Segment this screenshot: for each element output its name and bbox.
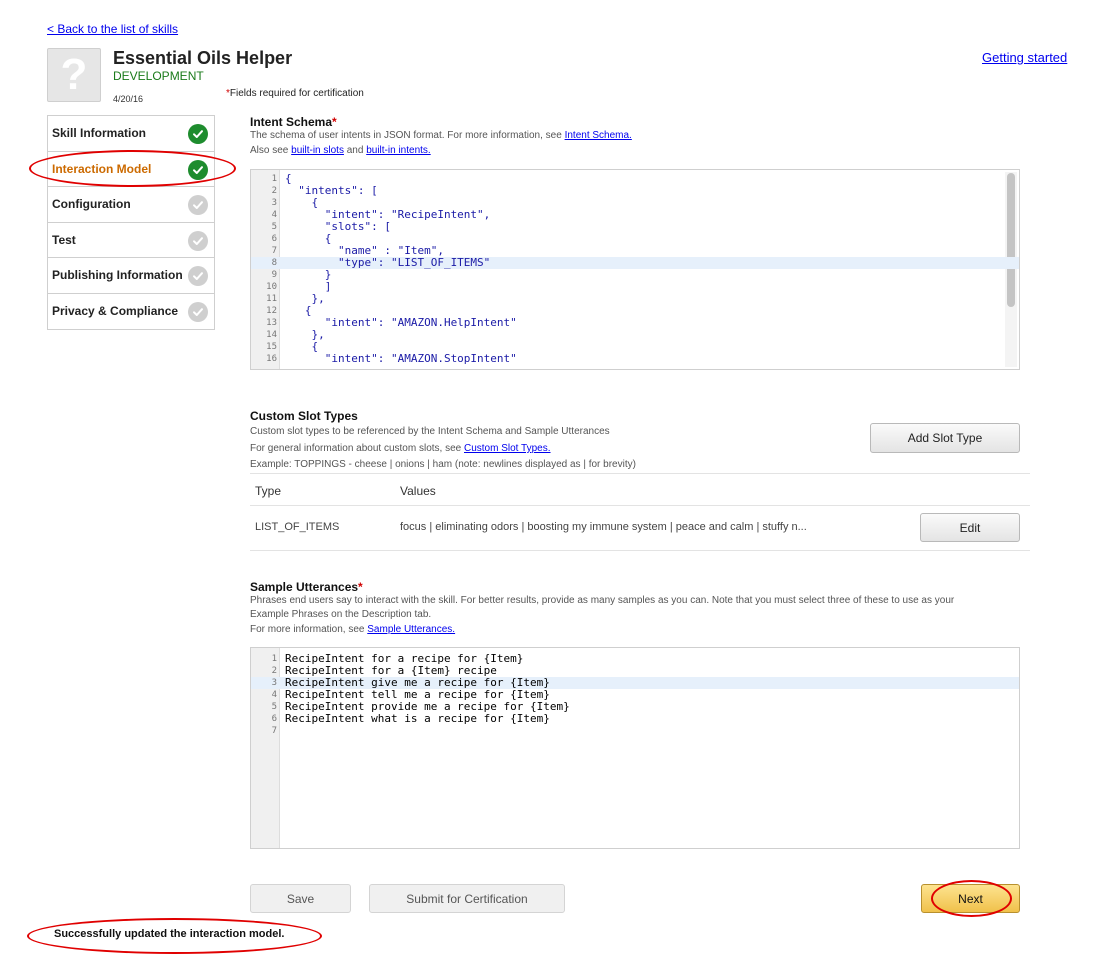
code-line: 14 }, xyxy=(251,329,1019,341)
intent-schema-title: Intent Schema* xyxy=(250,115,337,129)
line-number: 9 xyxy=(271,270,277,280)
line-number: 2 xyxy=(271,666,277,676)
required-fields-note: *Fields required for certification xyxy=(226,88,364,99)
line-number: 14 xyxy=(266,330,277,340)
code-line: 7 xyxy=(251,725,1019,737)
check-icon xyxy=(188,301,208,322)
sample-utterances-info: For more information, see Sample Utteran… xyxy=(250,624,456,635)
sidebar-nav: Skill Information Interaction Model Config… xyxy=(47,115,215,330)
line-number: 4 xyxy=(271,690,277,700)
sidebar-item-configuration[interactable]: Configuration xyxy=(48,187,214,223)
line-number: 11 xyxy=(266,294,277,304)
sidebar-item-privacy-compliance[interactable]: Privacy & Compliance xyxy=(48,294,214,330)
code-line: 6 RecipeIntent what is a recipe for {Item… xyxy=(251,713,1019,725)
built-in-slots-link[interactable]: built-in slots xyxy=(291,145,344,156)
check-icon xyxy=(188,230,208,251)
sidebar-item-label: Privacy & Compliance xyxy=(52,303,179,318)
custom-slot-example: Example: TOPPINGS - cheese | onions | ha… xyxy=(250,459,636,470)
sample-utterances-editor[interactable]: 1 RecipeIntent for a recipe for {Item} 2 Re… xyxy=(250,647,1020,849)
sidebar-item-skill-information[interactable]: Skill Information xyxy=(48,116,214,152)
getting-started-link[interactable]: Getting started xyxy=(982,50,1067,65)
sidebar-item-label: Test xyxy=(52,232,76,247)
custom-slot-info: For general information about custom slo… xyxy=(250,443,551,454)
status-message: Successfully updated the interaction mod… xyxy=(54,928,285,940)
code-line: 5 "slots": [ xyxy=(251,221,1019,233)
line-number: 16 xyxy=(266,354,277,364)
custom-slot-desc: Custom slot types to be referenced by th… xyxy=(250,426,610,437)
required-note-text: Fields required for certification xyxy=(229,88,364,99)
code-line: 8 "type": "LIST_OF_ITEMS" xyxy=(251,257,1019,269)
code-line: 13 "intent": "AMAZON.HelpIntent" xyxy=(251,317,1019,329)
intent-schema-link[interactable]: Intent Schema. xyxy=(565,130,632,141)
edit-slot-button[interactable]: Edit xyxy=(920,513,1020,542)
skill-date: 4/20/16 xyxy=(113,94,144,104)
sidebar-item-publishing-information[interactable]: Publishing Information xyxy=(48,258,214,294)
line-number: 15 xyxy=(266,342,277,352)
line-number: 5 xyxy=(271,222,277,232)
line-number: 2 xyxy=(271,186,277,196)
skill-icon-placeholder: ? xyxy=(47,48,101,102)
check-icon xyxy=(188,266,208,286)
line-number: 8 xyxy=(271,258,277,268)
line-number: 12 xyxy=(266,306,277,316)
line-number: 1 xyxy=(271,174,277,184)
sidebar-item-label: Publishing Information xyxy=(52,268,183,282)
custom-slot-types-title: Custom Slot Types xyxy=(250,409,358,423)
code-line: 9 } xyxy=(251,269,1019,281)
question-mark-icon: ? xyxy=(60,50,88,99)
code-line: 10 ] xyxy=(251,281,1019,293)
sidebar-item-label: Configuration xyxy=(52,197,131,211)
col-header-type: Type xyxy=(255,484,282,498)
sidebar-item-label: Skill Information xyxy=(52,126,147,140)
annotation-ellipse-interaction-model xyxy=(29,150,236,187)
table-divider xyxy=(250,550,1030,551)
sample-utterances-link[interactable]: Sample Utterances. xyxy=(367,624,455,635)
intent-schema-desc: The schema of user intents in JSON forma… xyxy=(250,130,632,141)
line-number: 7 xyxy=(271,726,277,736)
check-icon xyxy=(188,124,208,144)
slot-row-values: focus | eliminating odors | boosting my … xyxy=(400,521,807,533)
skill-name: Essential Oils Helper xyxy=(113,48,293,68)
submit-certification-button[interactable]: Submit for Certification xyxy=(369,884,565,913)
line-number: 7 xyxy=(271,246,277,256)
custom-slot-types-link[interactable]: Custom Slot Types. xyxy=(464,443,551,454)
table-divider xyxy=(250,473,1030,474)
save-button[interactable]: Save xyxy=(250,884,351,913)
built-in-intents-link[interactable]: built-in intents. xyxy=(366,145,430,156)
code-text: "intent": "AMAZON.StopIntent" xyxy=(285,352,517,365)
line-number: 1 xyxy=(271,654,277,664)
check-icon xyxy=(188,195,208,215)
back-to-skills-link[interactable]: < Back to the list of skills xyxy=(47,22,178,36)
table-divider xyxy=(250,505,1030,506)
intent-schema-editor[interactable]: 1{2 "intents": [3 {4 "intent": "RecipeIn… xyxy=(250,169,1020,370)
line-number: 5 xyxy=(271,702,277,712)
sidebar-item-test[interactable]: Test xyxy=(48,223,214,258)
line-number: 13 xyxy=(266,318,277,328)
slot-row-type: LIST_OF_ITEMS xyxy=(255,521,340,533)
sample-utterances-title: Sample Utterances* xyxy=(250,580,363,594)
add-slot-type-button[interactable]: Add Slot Type xyxy=(870,423,1020,453)
line-number: 6 xyxy=(271,714,277,724)
col-header-values: Values xyxy=(400,484,436,498)
intent-schema-also: Also see built-in slots and built-in int… xyxy=(250,145,431,156)
code-text: RecipeIntent what is a recipe for {Item} xyxy=(285,712,550,725)
line-number: 3 xyxy=(271,678,277,688)
line-number: 3 xyxy=(271,198,277,208)
line-number: 10 xyxy=(266,282,277,292)
skill-stage: DEVELOPMENT xyxy=(113,69,204,83)
code-line: 11 }, xyxy=(251,293,1019,305)
sample-utterances-desc2: Example Phrases on the Description tab. xyxy=(250,609,432,620)
line-number: 6 xyxy=(271,234,277,244)
line-number: 4 xyxy=(271,210,277,220)
annotation-ellipse-next xyxy=(931,880,1012,917)
code-line: 2 "intents": [ xyxy=(251,185,1019,197)
code-line: 16 "intent": "AMAZON.StopIntent" xyxy=(251,353,1019,365)
